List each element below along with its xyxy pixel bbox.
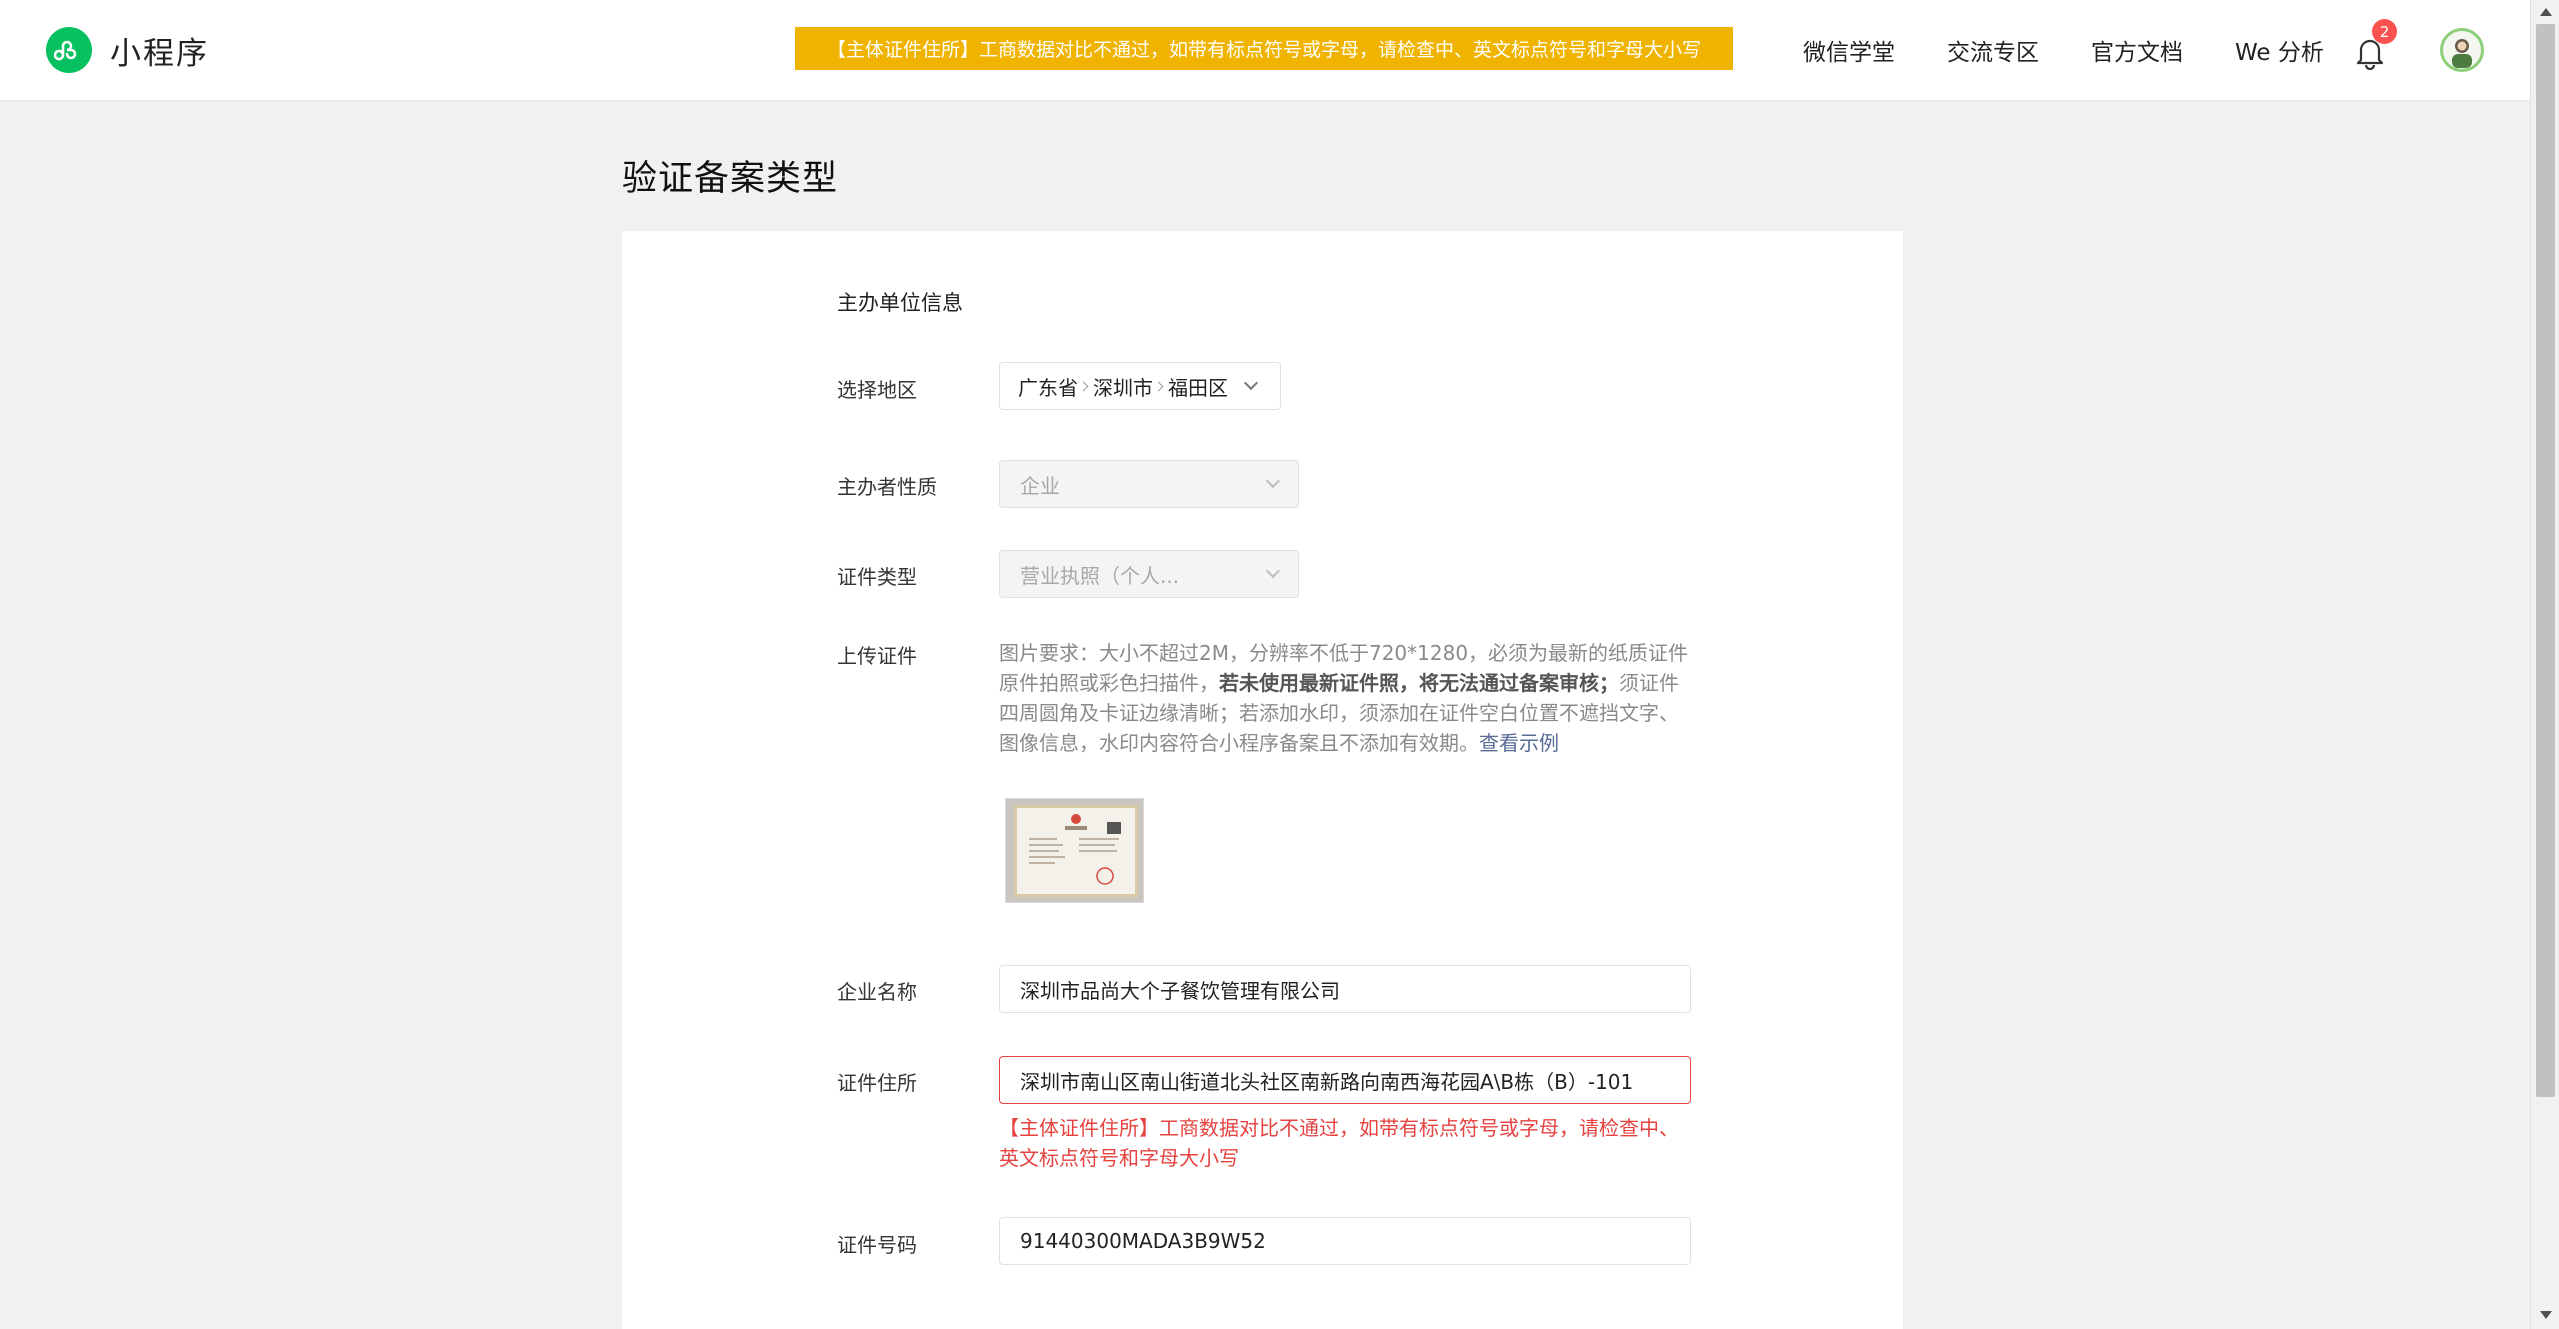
region-district: 福田区 [1168, 375, 1228, 400]
section-title: 主办单位信息 [837, 291, 963, 315]
uploaded-license-thumbnail[interactable] [1005, 798, 1144, 903]
chevron-down-icon [1265, 473, 1281, 489]
scroll-up-arrow-icon[interactable] [2540, 8, 2552, 16]
company-name-label: 企业名称 [837, 980, 917, 1004]
region-label: 选择地区 [837, 378, 917, 402]
top-nav: 微信学堂 交流专区 官方文档 We 分析 [1803, 33, 2376, 67]
upload-desc-warning: 若未使用最新证件照，将无法通过备案审核； [1219, 671, 1619, 695]
view-example-link[interactable]: 查看示例 [1479, 731, 1559, 755]
nav-item-we-analytics[interactable]: We 分析 [2235, 33, 2324, 67]
scroll-thumb[interactable] [2536, 24, 2555, 1097]
top-header: 小程序 【主体证件住所】工商数据对比不通过，如带有标点符号或字母，请检查中、英文… [0, 0, 2530, 101]
nav-item-community[interactable]: 交流专区 [1947, 33, 2039, 67]
chevron-down-icon [1243, 375, 1259, 391]
cert-number-label: 证件号码 [837, 1233, 917, 1257]
cert-address-error: 【主体证件住所】工商数据对比不通过，如带有标点符号或字母，请检查中、英文标点符号… [999, 1116, 1679, 1170]
cert-type-select[interactable]: 营业执照（个人... [999, 550, 1299, 598]
cert-type-value: 营业执照（个人... [1020, 563, 1180, 588]
nav-item-wechat-school[interactable]: 微信学堂 [1803, 33, 1895, 67]
scroll-down-arrow-icon[interactable] [2540, 1311, 2552, 1319]
mini-program-logo-icon [46, 27, 92, 73]
user-avatar[interactable] [2440, 28, 2484, 72]
company-name-input[interactable]: 深圳市品尚大个子餐饮管理有限公司 [999, 965, 1691, 1013]
brand-name: 小程序 [110, 35, 209, 72]
upload-requirements: 图片要求：大小不超过2M，分辨率不低于720*1280，必须为最新的纸质证件原件… [999, 638, 1695, 758]
region-select[interactable]: 广东省 深圳市 福田区 [999, 362, 1281, 410]
page-scrollbar[interactable] [2530, 0, 2559, 1329]
cert-address-input[interactable]: 深圳市南山区南山街道北头社区南新路向南西海花园A\B栋（B）-101 [999, 1056, 1691, 1104]
chevron-right-icon [1078, 381, 1089, 391]
nav-item-docs[interactable]: 官方文档 [2091, 33, 2183, 67]
notice-banner: 【主体证件住所】工商数据对比不通过，如带有标点符号或字母，请检查中、英文标点符号… [795, 27, 1733, 70]
nature-value: 企业 [1020, 473, 1060, 498]
region-city: 深圳市 [1093, 375, 1153, 400]
chevron-right-icon [1153, 381, 1164, 391]
cert-type-label: 证件类型 [837, 565, 917, 589]
chevron-down-icon [1265, 563, 1281, 579]
brand[interactable]: 小程序 [46, 27, 209, 73]
cert-number-input[interactable]: 91440300MADA3B9W52 [999, 1217, 1691, 1265]
cert-address-label: 证件住所 [837, 1071, 917, 1095]
region-province: 广东省 [1018, 375, 1078, 400]
nature-select[interactable]: 企业 [999, 460, 1299, 508]
page-title: 验证备案类型 [622, 159, 839, 199]
upload-label: 上传证件 [837, 644, 917, 668]
notification-count-badge: 2 [2372, 19, 2397, 44]
license-image [1014, 805, 1138, 897]
nature-label: 主办者性质 [837, 475, 937, 499]
